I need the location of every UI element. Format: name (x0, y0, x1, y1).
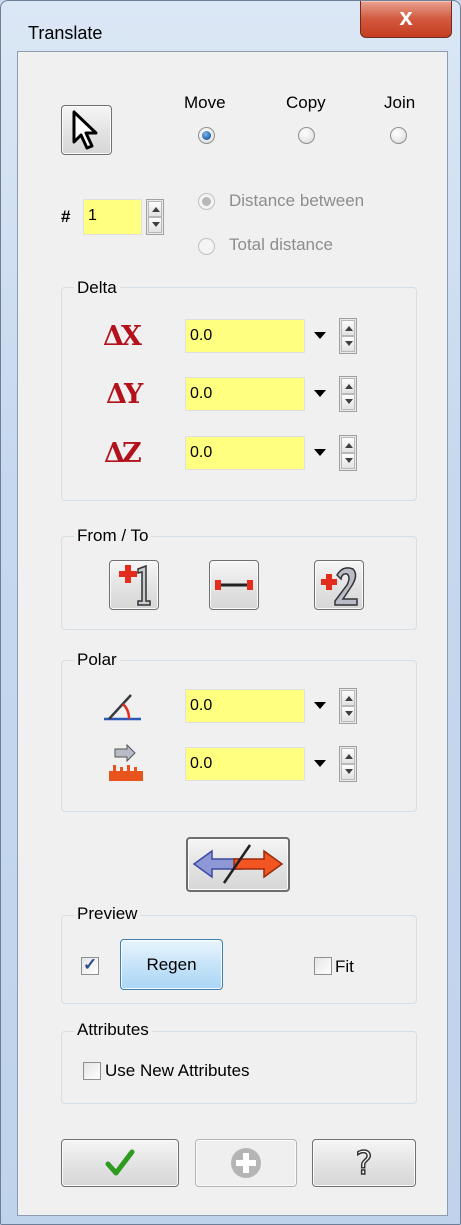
mode-join-label: Join (384, 93, 416, 112)
polar-angle-spinner[interactable] (339, 688, 357, 724)
preview-checkbox[interactable] (81, 955, 99, 975)
polar-length-input[interactable]: 0.0 (185, 747, 305, 781)
preview-group-title: Preview (74, 904, 141, 924)
close-button[interactable]: x (360, 1, 452, 38)
window-title: Translate (28, 23, 103, 43)
apply-button[interactable] (195, 1139, 297, 1187)
delta-x-icon: ΔX (103, 321, 142, 352)
delta-z-spinner[interactable] (339, 435, 357, 471)
line-distance-icon (215, 580, 253, 590)
polar-length-dropdown-icon[interactable] (314, 760, 326, 767)
polar-group (61, 660, 417, 812)
reverse-direction-icon (192, 844, 284, 884)
reverse-direction-button[interactable] (186, 837, 290, 892)
from-point-button[interactable] (109, 560, 159, 610)
translate-window: Translate x Move Copy Join # 1 Distance … (0, 0, 461, 1225)
distance-between-label: Distance between (229, 191, 365, 210)
total-distance-label: Total distance (229, 235, 333, 254)
polar-angle-input[interactable]: 0.0 (185, 689, 305, 723)
delta-z-input[interactable]: 0.0 (185, 436, 305, 470)
delta-z-dropdown-icon[interactable] (314, 449, 326, 456)
use-new-attributes-checkbox[interactable] (83, 1062, 101, 1080)
angle-icon (104, 694, 141, 721)
mode-move-radio[interactable] (198, 127, 215, 144)
regen-button-label: Regen (146, 955, 197, 974)
delta-y-dropdown-icon[interactable] (314, 390, 326, 397)
use-new-attributes-label: Use New Attributes (105, 1061, 250, 1080)
point-1-icon (119, 564, 151, 606)
to-point-button[interactable] (314, 560, 364, 610)
mode-copy-radio[interactable] (298, 127, 315, 144)
distance-between-radio[interactable] (198, 193, 215, 210)
help-icon: ? (355, 1143, 373, 1183)
fit-label: Fit (335, 957, 354, 976)
between-points-button[interactable] (209, 560, 259, 610)
delta-x-input[interactable]: 0.0 (185, 319, 305, 353)
close-icon: x (399, 4, 413, 31)
ok-button[interactable] (61, 1139, 179, 1187)
total-distance-radio[interactable] (198, 238, 215, 255)
mode-move-label: Move (184, 93, 226, 112)
delta-y-input[interactable]: 0.0 (185, 377, 305, 411)
attributes-group-title: Attributes (74, 1020, 152, 1040)
plus-icon (231, 1148, 261, 1178)
count-hash-label: # (61, 207, 71, 226)
regen-button[interactable]: Regen (120, 939, 223, 990)
select-entities-button[interactable] (61, 105, 112, 155)
delta-x-spinner[interactable] (339, 318, 357, 354)
fit-checkbox[interactable] (314, 957, 332, 975)
count-input[interactable]: 1 (83, 199, 142, 235)
point-2-icon (321, 567, 358, 606)
delta-z-icon: ΔZ (104, 438, 142, 469)
mode-join-radio[interactable] (390, 127, 407, 144)
cursor-arrow-icon (72, 110, 98, 150)
checkmark-icon (105, 1149, 135, 1176)
mode-copy-label: Copy (286, 93, 326, 112)
polar-angle-dropdown-icon[interactable] (314, 702, 326, 709)
polar-group-title: Polar (74, 650, 120, 670)
count-spinner[interactable] (146, 199, 164, 235)
delta-y-icon: ΔY (106, 379, 143, 410)
delta-y-spinner[interactable] (339, 376, 357, 412)
length-ruler-icon (109, 743, 143, 781)
delta-x-dropdown-icon[interactable] (314, 332, 326, 339)
help-button[interactable]: ? (312, 1139, 416, 1187)
delta-group-title: Delta (74, 278, 120, 298)
preview-group (61, 915, 417, 1004)
from-to-group-title: From / To (74, 526, 152, 546)
polar-length-spinner[interactable] (339, 746, 357, 782)
